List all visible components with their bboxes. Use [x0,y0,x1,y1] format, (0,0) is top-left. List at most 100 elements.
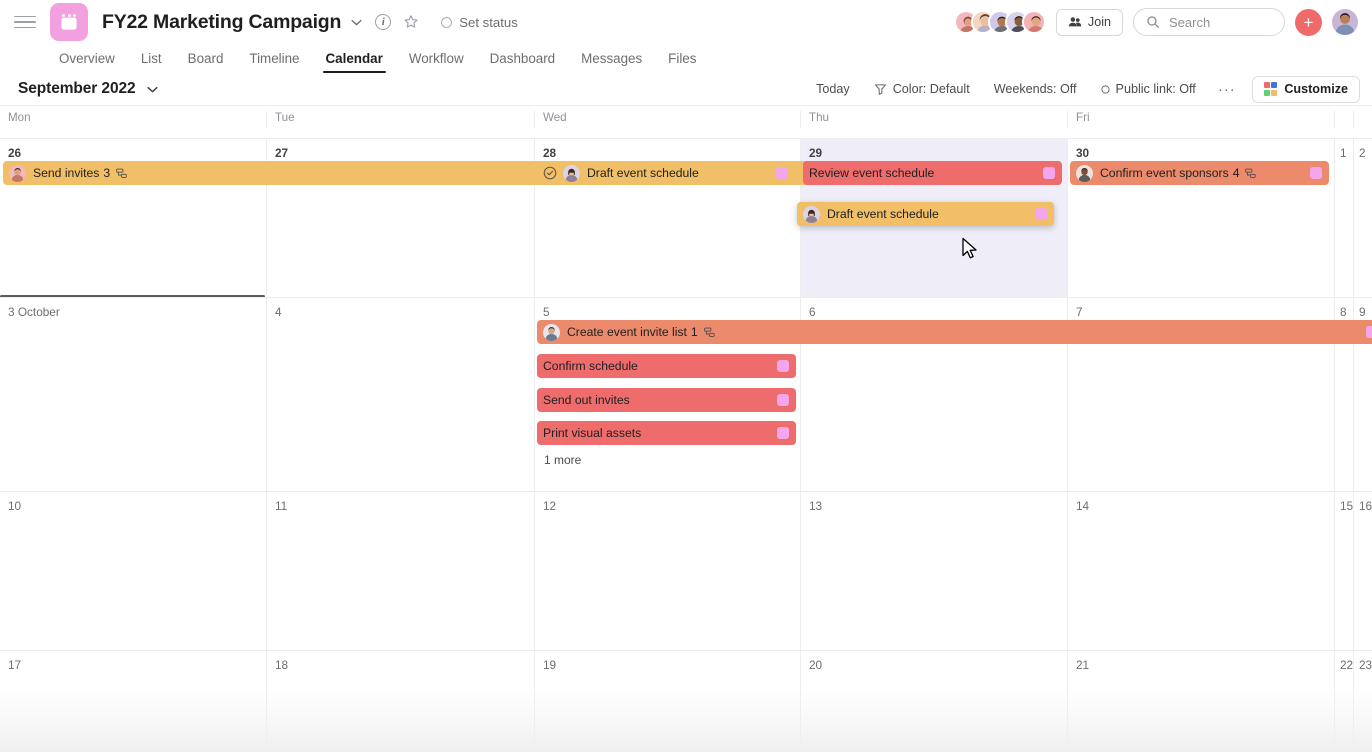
join-button[interactable]: Join [1056,9,1123,36]
day-number: 14 [1068,492,1334,513]
day-cell[interactable]: 14 [1067,492,1334,650]
event-title-text: Draft event schedule [827,207,939,221]
day-cell[interactable]: 18 [266,651,534,752]
current-user-avatar[interactable] [1332,9,1358,35]
day-number: 15 [1335,492,1353,513]
avatar [1076,165,1093,182]
event-color-swatch [776,167,788,179]
tab-workflow[interactable]: Workflow [396,51,477,73]
day-cell[interactable]: 22 [1334,651,1353,752]
day-cell[interactable]: 11 [266,492,534,650]
today-button[interactable]: Today [804,82,862,96]
more-events-link[interactable]: 1 more [544,453,581,467]
tab-timeline[interactable]: Timeline [236,51,312,73]
weekday-sun [1353,111,1372,128]
customize-button[interactable]: Customize [1252,76,1360,103]
day-cell[interactable]: 19 [534,651,800,752]
event-color-swatch [1035,208,1047,220]
event-review-event-schedule[interactable]: Review event schedule [803,161,1062,185]
day-number: 30 [1068,139,1334,160]
week-row: 17 18 19 20 21 22 23 [0,650,1372,752]
menu-icon[interactable] [14,11,36,33]
day-cell[interactable]: 16 [1353,492,1372,650]
event-confirm-schedule[interactable]: Confirm schedule [537,354,796,378]
day-cell[interactable]: 4 [266,298,534,491]
event-send-out-invites[interactable]: Send out invites [537,388,796,412]
day-number: 28 [535,139,800,160]
event-title: Draft event schedule [587,166,770,180]
customize-label: Customize [1284,82,1348,96]
event-create-event-invite-list[interactable]: Create event invite list 1 [537,320,1372,344]
weekday-tue: Tue [266,111,534,128]
color-button[interactable]: Color: Default [862,82,982,96]
set-status-button[interactable]: Set status [441,15,518,30]
more-options-button[interactable]: ··· [1208,81,1246,98]
tab-dashboard[interactable]: Dashboard [477,51,569,73]
weekday-fri: Fri [1067,111,1334,128]
tab-overview[interactable]: Overview [46,51,128,73]
event-title-text: Send out invites [543,393,630,407]
star-icon[interactable] [403,14,419,30]
member-avatars[interactable] [954,10,1046,34]
people-icon [1068,15,1082,29]
event-title: Confirm event sponsors 4 [1100,166,1304,180]
event-color-swatch [777,360,789,372]
day-cell[interactable]: 21 [1067,651,1334,752]
day-cell[interactable]: 12 [534,492,800,650]
tab-list[interactable]: List [128,51,175,73]
event-title-text: Review event schedule [809,166,934,180]
day-number: 6 [801,298,1067,319]
event-draft-event-schedule-28[interactable]: Draft event schedule [537,161,795,185]
event-title: Print visual assets [543,426,771,440]
day-number: 18 [267,651,534,672]
day-number: 20 [801,651,1067,672]
day-cell[interactable]: 3 October [0,298,266,491]
day-number: 5 [535,298,800,319]
event-print-visual-assets[interactable]: Print visual assets [537,421,796,445]
public-link-label: Public link: Off [1116,82,1196,96]
event-title: Send out invites [543,393,771,407]
day-number: 23 [1354,651,1372,672]
color-label: Color: Default [893,82,970,96]
event-title: Confirm schedule [543,359,771,373]
event-color-swatch [777,427,789,439]
project-chevron-down-icon[interactable] [350,16,363,29]
weekends-button[interactable]: Weekends: Off [982,82,1089,96]
public-link-button[interactable]: Public link: Off [1089,82,1208,96]
event-confirm-event-sponsors[interactable]: Confirm event sponsors 4 [1070,161,1329,185]
weekday-mon: Mon [0,111,266,128]
day-number: 1 [1335,139,1353,160]
day-cell[interactable]: 20 [800,651,1067,752]
event-draft-event-schedule-29[interactable]: Draft event schedule [797,202,1054,226]
day-cell[interactable]: 10 [0,492,266,650]
month-selector[interactable]: September 2022 [18,80,159,98]
event-subtask-count: 3 [103,166,110,180]
day-cell[interactable]: 2 [1353,139,1372,297]
day-number: 19 [535,651,800,672]
tab-messages[interactable]: Messages [568,51,655,73]
toolbar-right: Today Color: Default Weekends: Off Publi… [804,76,1360,103]
tab-files[interactable]: Files [655,51,709,73]
info-icon[interactable]: i [375,14,391,30]
add-button[interactable]: + [1295,9,1322,36]
page-title: FY22 Marketing Campaign [102,11,341,34]
day-cell[interactable]: 1 [1334,139,1353,297]
event-title-text: Send invites [33,166,99,180]
day-cell[interactable]: 13 [800,492,1067,650]
top-bar-right: Join Search + [954,8,1358,36]
avatar[interactable] [1022,10,1046,34]
check-circle-icon[interactable] [543,166,557,180]
calendar-toolbar: September 2022 Today Color: Default Week… [0,73,1372,106]
day-cell[interactable]: 23 [1353,651,1372,752]
day-number: 21 [1068,651,1334,672]
day-cell[interactable]: 17 [0,651,266,752]
tab-board[interactable]: Board [175,51,237,73]
globe-icon [1101,85,1110,94]
day-cell[interactable]: 15 [1334,492,1353,650]
search-input[interactable]: Search [1133,8,1285,36]
tab-calendar[interactable]: Calendar [313,51,396,73]
event-title: Draft event schedule [827,207,1029,221]
weekday-thu: Thu [800,111,1067,128]
calendar-grid: Mon Tue Wed Thu Fri 26 27 28 29 30 1 2 S… [0,106,1372,752]
event-title-text: Confirm schedule [543,359,638,373]
